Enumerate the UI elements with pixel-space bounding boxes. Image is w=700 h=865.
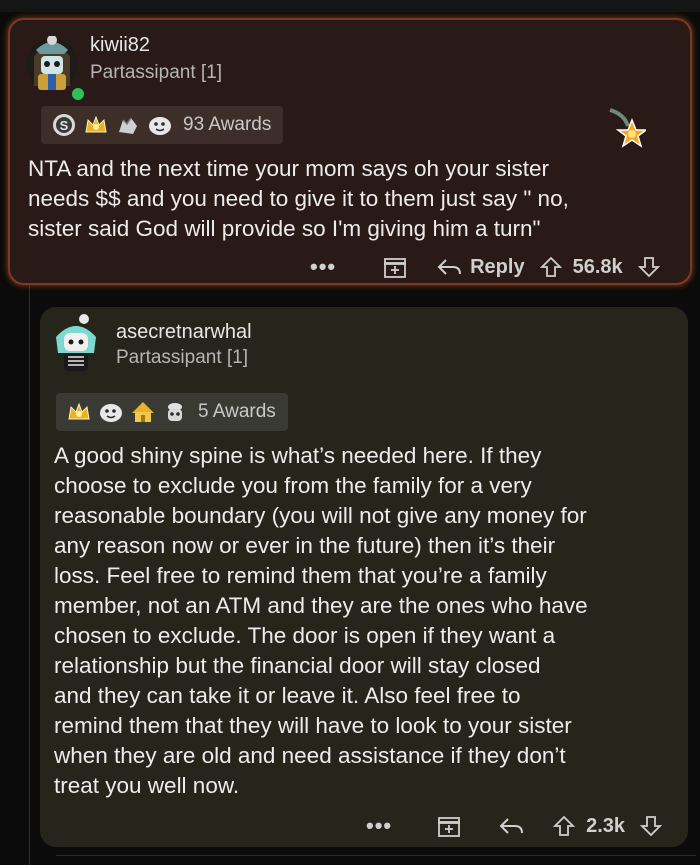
awards-count: 5 Awards (198, 401, 276, 422)
comment-actions: ••• 2.3k (366, 813, 663, 839)
helper-bot-icon (168, 403, 182, 421)
reply-label: Reply (470, 255, 525, 278)
user-avatar[interactable] (48, 313, 104, 375)
reply-icon (499, 818, 524, 834)
vote-score: 56.8k (572, 255, 623, 278)
gold-house-icon (132, 402, 154, 422)
upvote-button[interactable] (539, 255, 563, 279)
downvote-arrow-icon (639, 816, 663, 837)
ghost-smile-icon (149, 117, 171, 135)
gift-icon (438, 817, 461, 837)
silver-coin-icon: S (53, 114, 75, 136)
avatar-image (56, 314, 96, 371)
comment-body: A good shiny spine is what’s needed here… (54, 443, 588, 798)
thread-divider (56, 855, 696, 856)
awards-count: 93 Awards (183, 114, 272, 135)
comment-card-kiwii82: kiwii82 Partassipant [1] S 93 Awards NTA… (8, 18, 692, 285)
vote-score: 2.3k (586, 814, 626, 837)
user-avatar[interactable] (24, 35, 80, 94)
svg-text:S: S (60, 118, 69, 133)
more-options-button[interactable]: ••• (366, 813, 392, 839)
reply-icon (437, 259, 462, 275)
gold-crown-icon (68, 402, 90, 420)
upvote-arrow-icon (552, 815, 576, 836)
more-options-button[interactable]: ••• (310, 254, 336, 280)
top-bar (0, 0, 700, 12)
comment-card-asecretnarwhal: asecretnarwhal Partassipant [1] 5 Awards… (40, 307, 688, 847)
comment-body: NTA and the next time your mom says oh y… (28, 156, 569, 241)
reply-button[interactable]: Reply (436, 255, 525, 279)
downvote-button[interactable] (637, 255, 661, 279)
comment-actions: ••• Reply 56.8k (310, 254, 661, 280)
gift-icon (384, 258, 407, 278)
upvote-button[interactable] (552, 814, 576, 838)
give-award-button[interactable] (382, 254, 408, 280)
downvote-arrow-icon (637, 257, 660, 278)
user-flair: Partassipant [1] (90, 62, 223, 83)
upvote-arrow-icon (539, 256, 562, 277)
give-award-button[interactable] (436, 813, 462, 839)
comment-username[interactable]: kiwii82 (90, 34, 150, 57)
wholesome-hands-icon (119, 117, 137, 134)
user-flair: Partassipant [1] (116, 347, 249, 368)
reply-button[interactable] (498, 815, 524, 837)
online-status-indicator (70, 86, 86, 102)
star-award-icon[interactable] (606, 108, 646, 148)
comment-username[interactable]: asecretnarwhal (116, 321, 252, 344)
avatar-image (26, 35, 78, 90)
downvote-button[interactable] (639, 814, 663, 838)
ghost-smile-icon (100, 404, 122, 422)
thread-line[interactable] (29, 285, 30, 865)
gold-crown-icon (85, 115, 107, 133)
awards-bar[interactable]: S 93 Awards (41, 106, 284, 144)
awards-bar[interactable]: 5 Awards (56, 393, 288, 431)
